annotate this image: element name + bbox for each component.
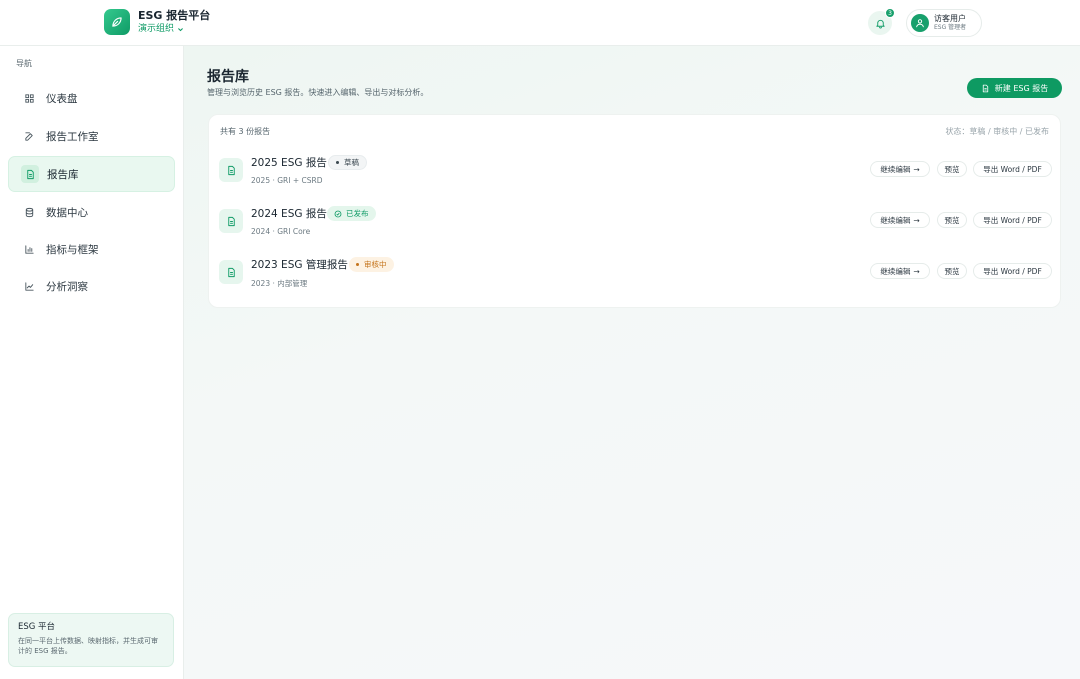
report-row[interactable]: 2025 ESG 报告 草稿 2025 · GRI + CSRD 继续编辑 → … bbox=[209, 147, 1062, 193]
continue-edit-label: 继续编辑 bbox=[880, 215, 911, 225]
preview-button[interactable]: 预览 bbox=[937, 263, 967, 279]
export-button[interactable]: 导出 Word / PDF bbox=[973, 161, 1052, 177]
status-dot-icon bbox=[356, 263, 359, 266]
sidebar-item-report-studio[interactable]: 报告工作室 bbox=[8, 118, 175, 154]
line-chart-icon bbox=[20, 277, 38, 295]
nav-title: 导航 bbox=[16, 59, 32, 68]
platform-info-card: ESG 平台 在同一平台上传数据、映射指标，并生成可审计的 ESG 报告。 bbox=[8, 613, 174, 667]
top-header: ESG 报告平台 演示组织 3 访客用户 ESG 管理者 bbox=[0, 0, 1080, 46]
arrow-right-icon: → bbox=[913, 215, 920, 225]
sidebar-item-label: 分析洞察 bbox=[46, 280, 88, 293]
report-meta: 2025 · GRI + CSRD bbox=[251, 176, 323, 185]
sidebar-item-metrics-frameworks[interactable]: 指标与框架 bbox=[8, 231, 175, 267]
document-icon bbox=[219, 260, 243, 284]
continue-edit-button[interactable]: 继续编辑 → bbox=[870, 212, 930, 228]
user-menu[interactable]: 访客用户 ESG 管理者 bbox=[906, 9, 982, 37]
sidebar-item-label: 仪表盘 bbox=[46, 92, 78, 105]
status-label: 审核中 bbox=[364, 260, 387, 269]
database-icon bbox=[20, 203, 38, 221]
status-label: 已发布 bbox=[346, 209, 369, 218]
sidebar-item-report-library[interactable]: 报告库 bbox=[8, 156, 175, 192]
leaf-logo-icon bbox=[104, 9, 130, 35]
grid-icon bbox=[20, 89, 38, 107]
continue-edit-label: 继续编辑 bbox=[880, 266, 911, 276]
org-name: 演示组织 bbox=[138, 24, 175, 34]
edit-icon bbox=[20, 127, 38, 145]
status-label: 草稿 bbox=[344, 158, 359, 167]
app-title: ESG 报告平台 bbox=[138, 9, 211, 22]
new-esg-report-button[interactable]: 新建 ESG 报告 bbox=[967, 78, 1062, 98]
brand: ESG 报告平台 演示组织 bbox=[104, 9, 210, 35]
main-content: 报告库 管理与浏览历史 ESG 报告。快速进入编辑、导出与对标分析。 新建 ES… bbox=[184, 46, 1080, 679]
export-button[interactable]: 导出 Word / PDF bbox=[973, 212, 1052, 228]
status-badge-draft: 草稿 bbox=[328, 155, 367, 170]
user-name: 访客用户 bbox=[934, 14, 966, 23]
sidebar-item-analytics[interactable]: 分析洞察 bbox=[8, 268, 175, 304]
report-title: 2024 ESG 报告 bbox=[251, 208, 327, 220]
arrow-right-icon: → bbox=[913, 164, 920, 174]
status-badge-review: 审核中 bbox=[349, 257, 394, 272]
chevron-down-icon bbox=[178, 27, 183, 31]
report-meta: 2023 · 内部管理 bbox=[251, 279, 308, 288]
report-row[interactable]: 2023 ESG 管理报告 审核中 2023 · 内部管理 继续编辑 → 预览 … bbox=[209, 249, 1062, 295]
bar-chart-icon bbox=[20, 240, 38, 258]
sidebar-item-label: 报告库 bbox=[47, 168, 79, 181]
sidebar-item-data-center[interactable]: 数据中心 bbox=[8, 194, 175, 230]
notification-count-badge: 3 bbox=[885, 8, 895, 18]
document-icon bbox=[219, 158, 243, 182]
document-icon bbox=[982, 84, 988, 92]
org-selector[interactable]: 演示组织 bbox=[138, 23, 210, 35]
sidebar-item-dashboard[interactable]: 仪表盘 bbox=[8, 80, 175, 116]
page-subtitle: 管理与浏览历史 ESG 报告。快速进入编辑、导出与对标分析。 bbox=[207, 88, 429, 97]
new-report-label: 新建 ESG 报告 bbox=[994, 83, 1049, 93]
preview-button[interactable]: 预览 bbox=[937, 161, 967, 177]
preview-button[interactable]: 预览 bbox=[937, 212, 967, 228]
platform-card-title: ESG 平台 bbox=[18, 622, 56, 632]
export-button[interactable]: 导出 Word / PDF bbox=[973, 263, 1052, 279]
report-row[interactable]: 2024 ESG 报告 已发布 2024 · GRI Core 继续编辑 → 预… bbox=[209, 198, 1062, 244]
report-title: 2023 ESG 管理报告 bbox=[251, 259, 348, 271]
arrow-right-icon: → bbox=[913, 266, 920, 276]
check-circle-icon bbox=[334, 210, 342, 217]
user-role: ESG 管理者 bbox=[934, 24, 967, 31]
document-icon bbox=[21, 165, 39, 183]
sidebar: 导航 仪表盘 报告工作室 报告库 数据中心 指标与框架 分析洞察 ESG 平台 … bbox=[0, 46, 184, 679]
platform-card-description: 在同一平台上传数据、映射指标，并生成可审计的 ESG 报告。 bbox=[18, 637, 158, 655]
page-title: 报告库 bbox=[207, 69, 249, 85]
document-icon bbox=[219, 209, 243, 233]
user-avatar-icon bbox=[911, 14, 929, 32]
report-title: 2025 ESG 报告 bbox=[251, 157, 327, 169]
continue-edit-button[interactable]: 继续编辑 → bbox=[870, 161, 930, 177]
status-dot-icon bbox=[336, 161, 339, 164]
bell-icon bbox=[875, 19, 885, 29]
report-count: 共有 3 份报告 bbox=[220, 127, 271, 136]
continue-edit-button[interactable]: 继续编辑 → bbox=[870, 263, 930, 279]
sidebar-item-label: 数据中心 bbox=[46, 206, 88, 219]
sidebar-item-label: 指标与框架 bbox=[46, 243, 99, 256]
status-legend: 状态：草稿 / 审核中 / 已发布 bbox=[945, 127, 1049, 136]
continue-edit-label: 继续编辑 bbox=[880, 164, 911, 174]
sidebar-item-label: 报告工作室 bbox=[46, 130, 99, 143]
report-meta: 2024 · GRI Core bbox=[251, 227, 311, 236]
status-badge-published: 已发布 bbox=[327, 206, 376, 221]
report-list-panel: 共有 3 份报告 状态：草稿 / 审核中 / 已发布 2025 ESG 报告 草… bbox=[208, 114, 1061, 308]
